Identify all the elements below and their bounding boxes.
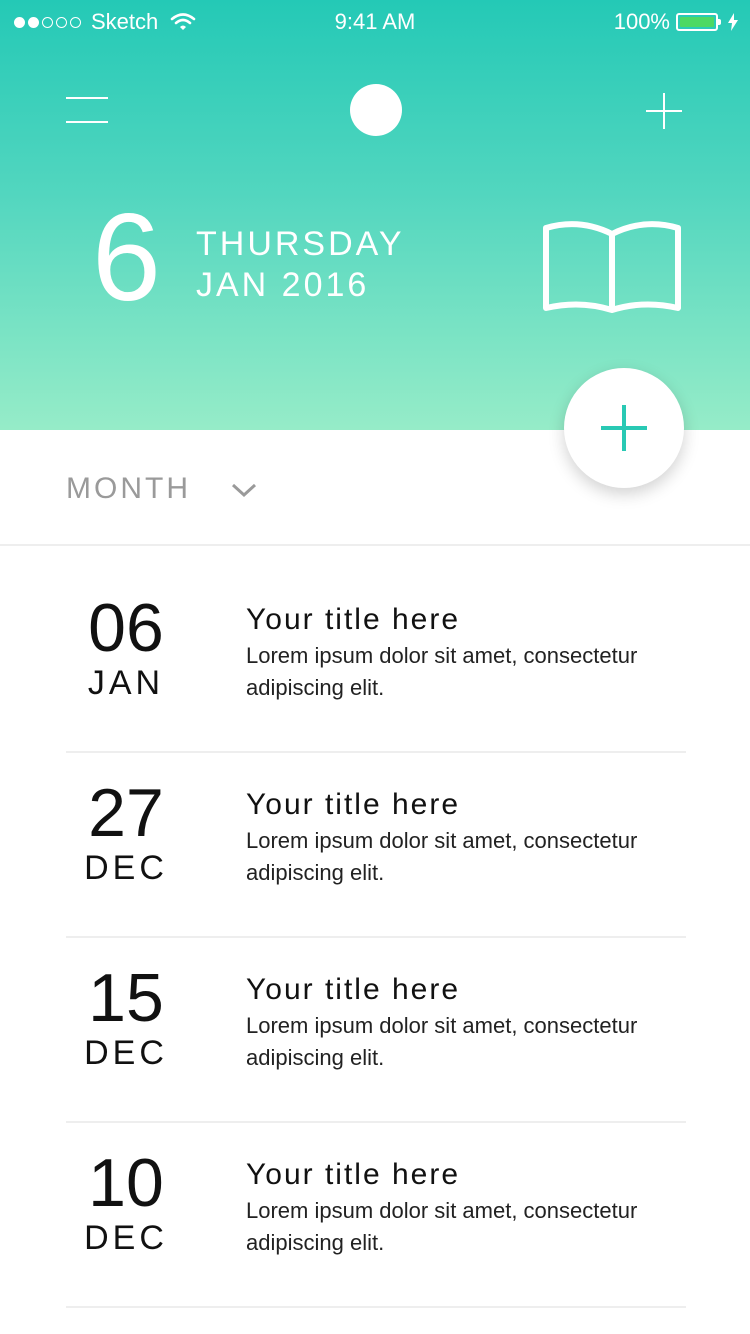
entry-date: 06 JAN (66, 592, 186, 702)
current-date-info: THURSDAY JAN 2016 (196, 224, 405, 306)
entry-date: 27 DEC (66, 777, 186, 887)
open-book-icon[interactable] (540, 216, 684, 316)
entry-body: Lorem ipsum dolor sit amet, consectetur … (246, 1198, 638, 1255)
status-bar: Sketch 9:41 AM 100% (0, 0, 750, 44)
entry-content: Your title here Lorem ipsum dolor sit am… (246, 602, 686, 704)
divider (0, 544, 750, 546)
entry-body: Lorem ipsum dolor sit amet, consectetur … (246, 643, 638, 700)
current-weekday: THURSDAY (196, 225, 405, 263)
entry-month: JAN (87, 664, 165, 702)
entry-content: Your title here Lorem ipsum dolor sit am… (246, 972, 686, 1074)
month-filter-label: MONTH (66, 472, 191, 505)
entry-body: Lorem ipsum dolor sit amet, consectetur … (246, 1013, 638, 1070)
entry-title: Your title here (246, 973, 461, 1006)
entry-content: Your title here Lorem ipsum dolor sit am… (246, 787, 686, 889)
add-entry-button[interactable] (564, 368, 684, 488)
entry-date: 15 DEC (66, 962, 186, 1072)
entry-title: Your title here (246, 1158, 461, 1191)
battery-icon (676, 13, 721, 31)
hamburger-icon[interactable] (66, 97, 108, 123)
entry-title: Your title here (246, 603, 461, 636)
current-month-year: JAN 2016 (196, 266, 370, 304)
entry-title: Your title here (246, 788, 461, 821)
entry-month: DEC (84, 849, 168, 887)
entry-day: 15 (88, 960, 164, 1036)
entry-list: 06 JAN Your title here Lorem ipsum dolor… (66, 568, 686, 1308)
list-item[interactable]: 10 DEC Your title here Lorem ipsum dolor… (66, 1123, 686, 1308)
month-filter-dropdown[interactable]: MONTH (66, 472, 257, 506)
entry-month: DEC (84, 1034, 168, 1072)
entry-content: Your title here Lorem ipsum dolor sit am… (246, 1157, 686, 1259)
battery-percentage: 100% (613, 9, 670, 34)
entry-day: 27 (88, 775, 164, 851)
current-day: 6 (92, 189, 161, 327)
list-item[interactable]: 27 DEC Your title here Lorem ipsum dolor… (66, 753, 686, 938)
entry-month: DEC (84, 1219, 168, 1257)
list-item[interactable]: 15 DEC Your title here Lorem ipsum dolor… (66, 938, 686, 1123)
list-item[interactable]: 06 JAN Your title here Lorem ipsum dolor… (66, 568, 686, 753)
entry-day: 10 (88, 1145, 164, 1221)
status-right: 100% (614, 9, 738, 35)
entry-body: Lorem ipsum dolor sit amet, consectetur … (246, 828, 638, 885)
entry-day: 06 (88, 590, 164, 666)
plus-icon (601, 405, 647, 451)
bolt-icon (728, 13, 738, 31)
chevron-down-icon (231, 472, 257, 506)
entry-date: 10 DEC (66, 1147, 186, 1257)
plus-icon[interactable] (646, 93, 682, 129)
avatar[interactable] (350, 84, 402, 136)
